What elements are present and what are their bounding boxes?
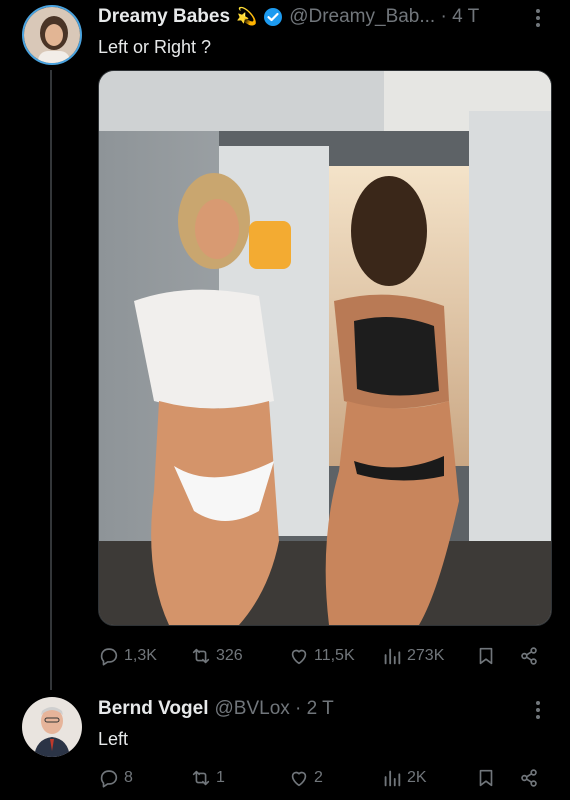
share-icon bbox=[521, 647, 537, 665]
reply-text: Left bbox=[98, 729, 129, 749]
views-icon bbox=[384, 770, 401, 787]
like-button[interactable]: 11,5K bbox=[288, 642, 355, 670]
author-name[interactable]: Dreamy Babes bbox=[98, 6, 230, 28]
reply-icon bbox=[100, 648, 118, 666]
repost-button[interactable]: 326 bbox=[190, 642, 243, 670]
reply-like-count: 2 bbox=[314, 769, 323, 786]
repost-icon bbox=[192, 648, 210, 664]
like-icon bbox=[291, 771, 307, 787]
reply-reply-button[interactable]: 8 bbox=[98, 764, 133, 792]
author-avatar[interactable] bbox=[22, 5, 82, 65]
thread-line bbox=[50, 70, 52, 690]
reply-header: Bernd Vogel @BVLox · 2 T bbox=[98, 698, 334, 720]
reply-reply-count: 8 bbox=[124, 769, 133, 786]
reply-views-count: 2K bbox=[407, 769, 427, 786]
reply-bookmark-button[interactable] bbox=[475, 764, 497, 792]
reply-author-avatar[interactable] bbox=[22, 697, 82, 757]
reply-like-button[interactable]: 2 bbox=[288, 764, 323, 792]
share-icon bbox=[521, 769, 537, 787]
bookmark-button[interactable] bbox=[475, 642, 497, 670]
verified-badge-icon bbox=[263, 7, 283, 27]
reply-actions: 8 1 2 2K bbox=[98, 764, 550, 792]
reply-button[interactable]: 1,3K bbox=[98, 642, 157, 670]
reply-icon bbox=[100, 770, 118, 788]
reply-share-button[interactable] bbox=[518, 764, 540, 792]
tweet-actions: 1,3K 326 11,5K 273K bbox=[98, 642, 550, 670]
views-icon bbox=[384, 648, 401, 665]
views-button[interactable]: 273K bbox=[381, 642, 444, 670]
bookmark-icon bbox=[479, 647, 493, 665]
author-emoji: 💫 bbox=[236, 7, 258, 26]
tweet-text: Left or Right ? bbox=[98, 37, 212, 57]
reply-count: 1,3K bbox=[124, 647, 157, 664]
reply-views-button[interactable]: 2K bbox=[381, 764, 427, 792]
repost-icon bbox=[192, 770, 210, 786]
bookmark-icon bbox=[479, 769, 493, 787]
reply-repost-count: 1 bbox=[216, 769, 225, 786]
repost-count: 326 bbox=[216, 647, 243, 664]
tweet-header: Dreamy Babes 💫 @Dreamy_Bab... · 4 T bbox=[98, 6, 479, 28]
like-icon bbox=[291, 649, 307, 665]
author-handle-time[interactable]: @Dreamy_Bab... · 4 T bbox=[289, 6, 479, 28]
share-button[interactable] bbox=[518, 642, 540, 670]
reply-handle-time[interactable]: @BVLox · 2 T bbox=[215, 698, 334, 720]
more-icon[interactable] bbox=[536, 6, 540, 30]
tweet-media-image[interactable] bbox=[98, 70, 552, 626]
like-count: 11,5K bbox=[314, 647, 355, 664]
reply-author-name[interactable]: Bernd Vogel bbox=[98, 698, 209, 720]
reply-more-icon[interactable] bbox=[536, 698, 540, 722]
views-count: 273K bbox=[407, 647, 445, 664]
reply-repost-button[interactable]: 1 bbox=[190, 764, 225, 792]
